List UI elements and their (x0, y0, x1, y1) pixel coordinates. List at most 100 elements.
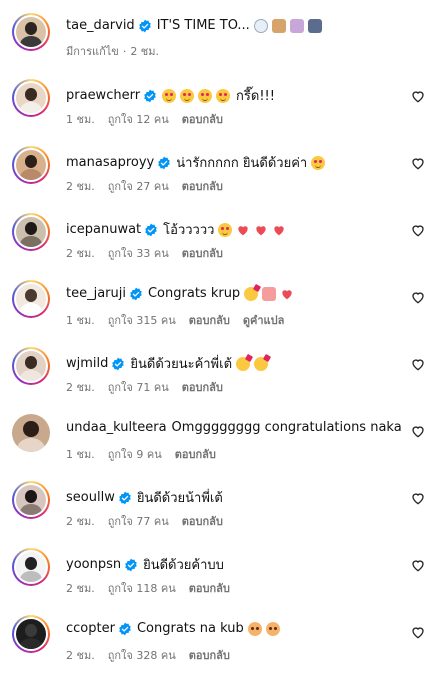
bride-emoji-icon (289, 18, 304, 33)
commenter-avatar[interactable] (12, 280, 50, 318)
face-emoji-icon (162, 88, 177, 103)
commenter-username[interactable]: wjmild (66, 356, 108, 371)
comment-item: undaa_kulteera Omgggggggg congratulations… (0, 401, 440, 467)
like-heart-icon[interactable] (410, 222, 426, 238)
comment-item: wjmild ยินดีด้วยนะค้าพี่เต้ 2 ชม. ถูกใจ 71 … (0, 334, 440, 400)
like-count[interactable]: ถูกใจ 9 คน (108, 448, 162, 461)
comment-time: 1 ชม. (66, 314, 95, 327)
comment-time: 2 ชม. (66, 381, 95, 394)
like-heart-icon[interactable] (410, 423, 426, 439)
comment-time: 2 ชม. (66, 515, 95, 528)
comment-time: 2 ชม. (66, 247, 95, 260)
like-count[interactable]: ถูกใจ 71 คน (108, 381, 169, 394)
comment-text: ยินดีด้วยน้าพี่เต้ (136, 491, 223, 506)
comment-item: praewcherr กรี๊ด!!! 1 ชม. ถูกใจ 12 คน ตอบกลั… (0, 66, 440, 132)
edited-label: มีการแก้ไข (66, 45, 119, 58)
verified-icon (111, 357, 125, 371)
author-avatar[interactable] (12, 13, 50, 51)
commenter-avatar[interactable] (12, 481, 50, 519)
heart-emoji-icon (254, 223, 268, 237)
reply-button[interactable]: ตอบกลับ (182, 113, 223, 126)
comment-text: ยินดีด้วยนะค้าพี่เต้ (130, 357, 233, 372)
like-heart-icon[interactable] (410, 88, 426, 104)
commenter-avatar[interactable] (12, 213, 50, 251)
heart-emoji-icon (272, 223, 286, 237)
face-emoji-icon (198, 88, 213, 103)
face-emoji-icon (311, 155, 326, 170)
commenter-username[interactable]: tee_jaruji (66, 286, 126, 301)
party-emoji-icon (244, 286, 259, 301)
reply-button[interactable]: ตอบกลับ (182, 180, 223, 193)
verified-icon (157, 156, 171, 170)
reply-button[interactable]: ตอบกลับ (189, 582, 230, 595)
reply-button[interactable]: ตอบกลับ (175, 448, 216, 461)
like-heart-icon[interactable] (410, 557, 426, 573)
commenter-username[interactable]: ccopter (66, 621, 115, 636)
translate-button[interactable]: ดูคำแปล (243, 314, 285, 327)
commenter-avatar[interactable] (12, 146, 50, 184)
comment-item: seoullw ยินดีด้วยน้าพี่เต้ 2 ชม. ถูกใจ 77 ค… (0, 468, 440, 534)
like-count[interactable]: ถูกใจ 12 คน (108, 113, 169, 126)
like-heart-icon[interactable] (410, 155, 426, 171)
commenter-avatar[interactable] (12, 79, 50, 117)
comment-item: tee_jaruji Congrats krup 1 ชม. ถูกใจ 315 คน… (0, 267, 440, 333)
heart-emoji-icon (280, 287, 294, 301)
comment-item: icepanuwat โอ้ววววว 2 ชม. ถูกใจ 33 คน ตอบกลั… (0, 200, 440, 266)
reply-button[interactable]: ตอบกลับ (189, 649, 230, 662)
like-count[interactable]: ถูกใจ 77 คน (108, 515, 169, 528)
commenter-username[interactable]: icepanuwat (66, 222, 141, 237)
like-heart-icon[interactable] (410, 490, 426, 506)
face-emoji-icon (216, 88, 231, 103)
like-count[interactable]: ถูกใจ 33 คน (108, 247, 169, 260)
comment-text: กรี๊ด!!! (236, 89, 275, 104)
party-emoji-icon (254, 356, 269, 371)
commenter-avatar[interactable] (12, 414, 50, 452)
comment-text: โอ้ววววว (163, 223, 215, 238)
reply-button[interactable]: ตอบกลับ (182, 381, 223, 394)
verified-icon (118, 622, 132, 636)
comment-text: ยินดีด้วยค้าบบ (143, 558, 224, 573)
like-heart-icon[interactable] (410, 356, 426, 372)
author-username[interactable]: tae_darvid (66, 18, 135, 33)
verified-icon (129, 287, 143, 301)
flush-emoji-icon (247, 621, 262, 636)
commenter-username[interactable]: seoullw (66, 490, 115, 505)
caption-text: IT'S TIME TO... (156, 18, 250, 33)
like-heart-icon[interactable] (410, 289, 426, 305)
comment-item: ccopter Congrats na kub 2 ชม. ถูกใจ 328 คน ต… (0, 602, 440, 668)
post-caption: tae_darvid IT'S TIME TO... มีการแก้ไข · 2 … (0, 0, 440, 66)
comment-text: Congrats krup (147, 286, 241, 301)
comment-text: Omgggggggg congratulations naka (171, 420, 402, 435)
comment-item: yoonpsn ยินดีด้วยค้าบบ 2 ชม. ถูกใจ 118 คน ตอ… (0, 535, 440, 601)
commenter-avatar[interactable] (12, 548, 50, 586)
like-count[interactable]: ถูกใจ 118 คน (108, 582, 176, 595)
groom-emoji-icon (307, 18, 322, 33)
verified-icon (143, 89, 157, 103)
ring-emoji-icon (253, 18, 268, 33)
like-count[interactable]: ถูกใจ 328 คน (108, 649, 176, 662)
verified-icon (144, 223, 158, 237)
comment-time: 1 ชม. (66, 448, 95, 461)
flush-emoji-icon (265, 621, 280, 636)
face-emoji-icon (218, 222, 233, 237)
party-emoji-icon (236, 356, 251, 371)
commenter-username[interactable]: manasaproyy (66, 155, 154, 170)
like-count[interactable]: ถูกใจ 315 คน (108, 314, 176, 327)
comment-text: Congrats na kub (136, 621, 244, 636)
like-heart-icon[interactable] (410, 624, 426, 640)
commenter-username[interactable]: yoonpsn (66, 557, 121, 572)
couple-emoji-icon (271, 18, 286, 33)
comment-time: 2 ชม. (66, 582, 95, 595)
comment-item: manasaproyy น่ารักกกกก ยินดีด้วยค่า 2 ชม. ถ… (0, 133, 440, 199)
reply-button[interactable]: ตอบกลับ (182, 247, 223, 260)
comment-time: 1 ชม. (66, 113, 95, 126)
commenter-username[interactable]: undaa_kulteera (66, 420, 167, 435)
verified-icon (118, 491, 132, 505)
comment-time: 2 ชม. (66, 649, 95, 662)
commenter-avatar[interactable] (12, 615, 50, 653)
commenter-avatar[interactable] (12, 347, 50, 385)
like-count[interactable]: ถูกใจ 27 คน (108, 180, 169, 193)
commenter-username[interactable]: praewcherr (66, 88, 140, 103)
reply-button[interactable]: ตอบกลับ (182, 515, 223, 528)
reply-button[interactable]: ตอบกลับ (189, 314, 230, 327)
